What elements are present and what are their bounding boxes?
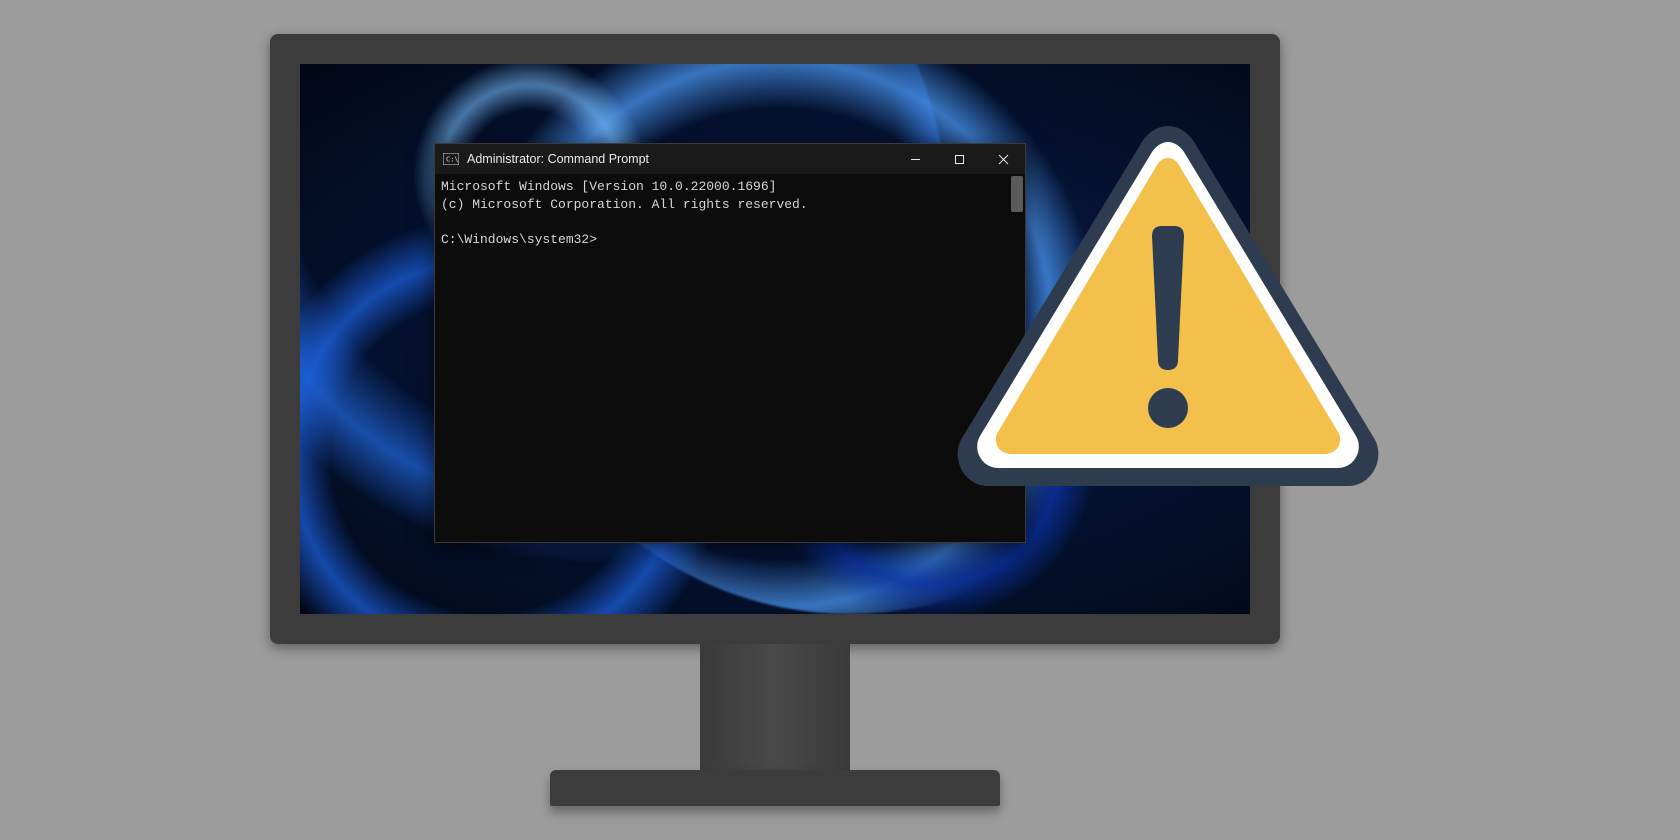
terminal-prompt: C:\Windows\system32>: [441, 232, 597, 247]
cmd-icon: C:\: [443, 153, 459, 165]
warning-triangle-icon: [948, 108, 1388, 508]
terminal-line: (c) Microsoft Corporation. All rights re…: [441, 197, 808, 212]
minimize-button[interactable]: [893, 144, 937, 174]
monitor-stand-base: [550, 770, 1000, 806]
minimize-icon: [910, 154, 921, 165]
terminal-body[interactable]: Microsoft Windows [Version 10.0.22000.16…: [435, 174, 1025, 542]
monitor-stand-neck: [700, 644, 850, 774]
command-prompt-window[interactable]: C:\ Administrator: Command Prompt: [434, 143, 1026, 543]
svg-text:C:\: C:\: [446, 156, 459, 164]
window-title: Administrator: Command Prompt: [467, 152, 893, 166]
terminal-line: Microsoft Windows [Version 10.0.22000.16…: [441, 179, 776, 194]
titlebar[interactable]: C:\ Administrator: Command Prompt: [435, 144, 1025, 174]
